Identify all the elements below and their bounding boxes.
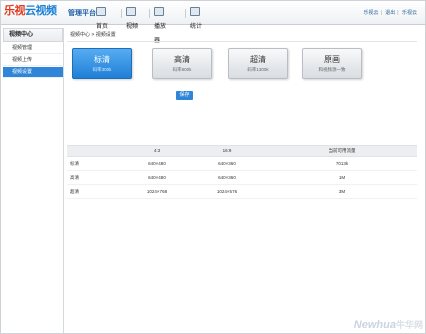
quality-name: 原画 bbox=[324, 55, 340, 64]
player-icon bbox=[154, 6, 164, 16]
nav-home[interactable]: 首页 bbox=[96, 6, 108, 30]
nav-divider bbox=[121, 9, 122, 18]
quality-name: 高清 bbox=[174, 55, 190, 64]
table-cell: 640×480 bbox=[148, 175, 166, 180]
table-row: 标清 640×480 640×360 7013k bbox=[67, 157, 417, 171]
platform-title: 管理平台 bbox=[68, 10, 96, 17]
watermark-logo: Newhua牛华网 bbox=[354, 318, 423, 331]
quality-desc: 码率1300k bbox=[247, 67, 269, 72]
quality-table: 4:3 16:9 当前可用流量 标清 640×480 640×360 7013k… bbox=[67, 145, 417, 199]
top-link-account[interactable]: 乐视云 bbox=[364, 10, 379, 16]
table-cell: 7013k bbox=[335, 161, 349, 166]
nav-divider bbox=[149, 9, 150, 18]
table-cell: 高清 bbox=[70, 175, 79, 180]
quality-card-fhd[interactable]: 超清 码率1300k bbox=[228, 48, 288, 79]
table-cell: 1M bbox=[338, 175, 346, 180]
table-header: 4:3 16:9 当前可用流量 bbox=[67, 145, 417, 157]
table-row: 高清 640×480 640×360 1M bbox=[67, 171, 417, 185]
quality-card-hd[interactable]: 高清 码率800k bbox=[152, 48, 212, 79]
logo-part1: 乐视 bbox=[4, 5, 26, 17]
table-header-cell: 16:9 bbox=[222, 148, 232, 153]
top-links: 乐视云 | 退出 | 乐视云 bbox=[362, 9, 417, 16]
nav-video[interactable]: 视频 bbox=[126, 6, 138, 30]
main-content: 视频中心 > 视频设置 标清 码率300k 高清 码率800k 超清 码率130… bbox=[67, 28, 423, 333]
quality-card-original[interactable]: 原画 和视频源一致 bbox=[302, 48, 362, 79]
top-header: 乐视云视频 管理平台 首页 视频 播放器 统计 乐视云| 退出| 乐视云 bbox=[1, 1, 425, 44]
logo-part2: 云视频 bbox=[25, 5, 57, 17]
sidebar-title: 视频中心 bbox=[3, 28, 63, 42]
nav-stats[interactable]: 统计 bbox=[190, 6, 202, 30]
sidebar-item-video-upload[interactable]: 视频上传 bbox=[3, 55, 63, 66]
table-cell: 640×360 bbox=[218, 175, 236, 180]
home-icon bbox=[96, 6, 106, 16]
video-icon bbox=[126, 6, 136, 16]
table-row: 超清 1024×768 1024×576 3M bbox=[67, 185, 417, 199]
logo[interactable]: 乐视云视频 bbox=[4, 5, 57, 18]
sidebar-item-video-settings[interactable]: 视频设置 bbox=[3, 67, 63, 78]
table-cell: 3M bbox=[338, 189, 346, 194]
watermark-text: Newhua bbox=[353, 319, 396, 331]
quality-desc: 码率800k bbox=[172, 67, 192, 72]
breadcrumb: 视频中心 > 视频设置 bbox=[70, 32, 116, 38]
sidebar-item-video-manage[interactable]: 视频管理 bbox=[3, 43, 63, 54]
breadcrumb-divider bbox=[67, 41, 417, 42]
quality-desc: 码率300k bbox=[92, 67, 112, 72]
app-frame: 乐视云视频 管理平台 首页 视频 播放器 统计 乐视云| 退出| 乐视云 bbox=[0, 0, 426, 334]
nav-player[interactable]: 播放器 bbox=[154, 6, 166, 44]
watermark-cn: 牛华网 bbox=[395, 320, 423, 330]
top-link-logout[interactable]: 退出 bbox=[385, 10, 395, 16]
save-button[interactable]: 保存 bbox=[176, 91, 193, 100]
table-cell: 640×360 bbox=[218, 161, 236, 166]
link-separator: | bbox=[380, 10, 382, 16]
quality-card-sd[interactable]: 标清 码率300k bbox=[72, 48, 132, 79]
table-header-cell: 当前可用流量 bbox=[328, 148, 356, 153]
table-cell: 640×480 bbox=[148, 161, 166, 166]
quality-desc: 和视频源一致 bbox=[318, 67, 346, 72]
quality-name: 超清 bbox=[250, 55, 266, 64]
table-header-cell: 4:3 bbox=[153, 148, 161, 153]
sidebar: 视频中心 视频管理 视频上传 视频设置 bbox=[3, 28, 64, 333]
stats-icon bbox=[190, 6, 200, 16]
link-separator: | bbox=[397, 10, 399, 16]
table-cell: 超清 bbox=[70, 189, 79, 194]
top-link-home[interactable]: 乐视云 bbox=[402, 10, 417, 16]
table-cell: 1024×768 bbox=[146, 189, 168, 194]
table-cell: 标清 bbox=[70, 161, 79, 166]
nav-divider bbox=[185, 9, 186, 18]
quality-name: 标清 bbox=[94, 55, 110, 64]
table-cell: 1024×576 bbox=[216, 189, 238, 194]
